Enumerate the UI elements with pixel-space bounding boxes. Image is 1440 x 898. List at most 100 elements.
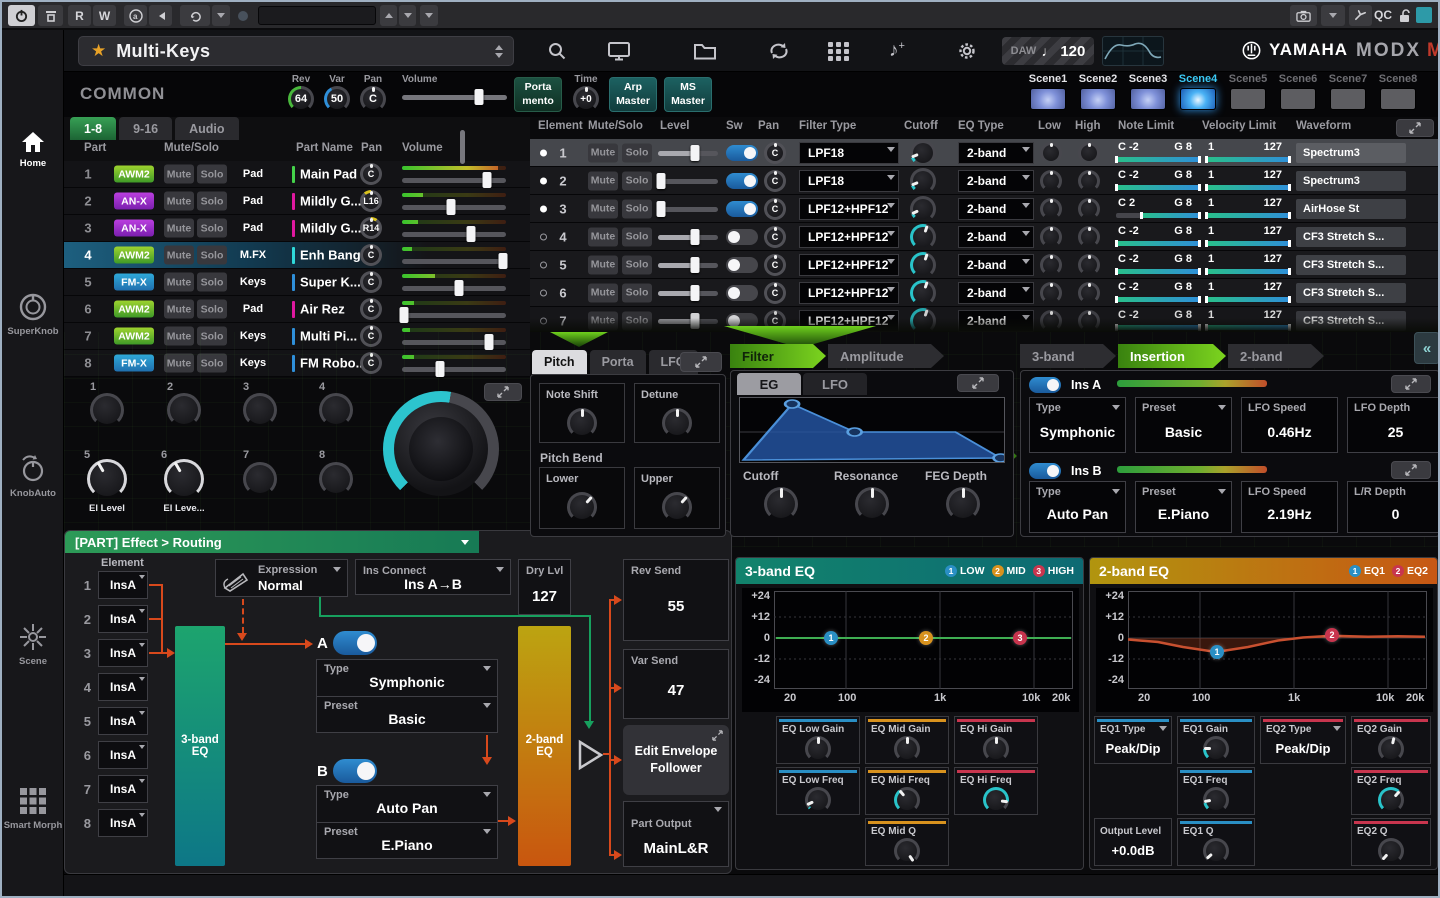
scene-pad[interactable] [1280, 88, 1316, 110]
solo-button[interactable]: Solo [197, 300, 227, 319]
element-switch-toggle[interactable] [726, 285, 758, 301]
eq-knob[interactable] [894, 787, 920, 813]
mute-button[interactable]: Mute [164, 219, 194, 238]
preset-dropdown-caret[interactable] [212, 5, 230, 26]
mute-button[interactable]: Mute [164, 300, 194, 319]
eq-control-cell[interactable]: EQ1 Q [1177, 818, 1255, 866]
part-tab[interactable]: 9-16 [119, 117, 172, 140]
element-solo-button[interactable]: Solo [622, 143, 652, 162]
note-limit-range[interactable]: C 2G 8 [1116, 197, 1200, 221]
mute-button[interactable]: Mute [164, 246, 194, 265]
element-ins-select[interactable]: InsA [98, 571, 148, 599]
type-row[interactable]: TypeSymphonic [317, 660, 497, 696]
element-pan-knob[interactable]: C [764, 142, 786, 164]
cutoff-knob[interactable] [910, 168, 936, 194]
common-volume-slider[interactable] [402, 88, 507, 106]
eq-low-knob[interactable] [1040, 198, 1062, 220]
lock-icon[interactable] [1398, 8, 1412, 23]
eq-type-select[interactable]: 2-band [958, 226, 1034, 248]
eq-control-cell[interactable]: EQ2 Gain [1351, 716, 1431, 764]
color-swatch[interactable] [1416, 7, 1432, 23]
volume-slider[interactable] [402, 281, 506, 295]
eq-high-knob[interactable] [1078, 226, 1100, 248]
pan-knob-group[interactable]: Pan C [356, 74, 390, 112]
preset-row[interactable]: PresetE.Piano [317, 822, 497, 858]
amplitude-tab[interactable]: Amplitude [828, 344, 944, 368]
element-ins-select[interactable]: InsA [98, 673, 148, 701]
filter-knob-cell[interactable]: FEG Depth [921, 469, 1005, 531]
eq-high-knob[interactable] [1078, 170, 1100, 192]
solo-button[interactable]: Solo [197, 246, 227, 265]
filter-knob-cell[interactable]: Cutoff [739, 469, 823, 531]
type-row[interactable]: TypeAuto Pan [317, 786, 497, 822]
snapshot-camera-icon[interactable] [1290, 5, 1317, 26]
pitch-tab[interactable]: Pitch [532, 350, 587, 374]
eq-knob[interactable] [894, 736, 920, 762]
arp-master-button[interactable]: ArpMaster [609, 77, 657, 112]
element-switch-toggle[interactable] [726, 257, 758, 273]
routing-3band-eq-block[interactable]: 3-band EQ [175, 626, 225, 866]
eq-control-cell[interactable]: EQ Mid Gain [865, 716, 949, 764]
element-level-slider[interactable] [658, 257, 718, 273]
part-tab[interactable]: Audio [175, 117, 238, 140]
note-limit-range[interactable]: C -2G 8 [1116, 225, 1200, 249]
velocity-limit-range[interactable]: 1127 [1206, 197, 1290, 221]
ins-field[interactable]: Type Symphonic [1029, 397, 1126, 453]
volume-slider[interactable] [402, 200, 506, 214]
eq-low-knob[interactable] [1040, 310, 1062, 332]
eq-control-cell[interactable]: EQ2 Q [1351, 818, 1431, 866]
scene-pad[interactable] [1130, 88, 1166, 110]
element-mute-button[interactable]: Mute [588, 143, 618, 162]
eq-knob[interactable] [983, 736, 1009, 762]
porta-time-knob[interactable]: +0 [573, 86, 599, 112]
element-row[interactable]: 1 Mute Solo C LPF18 2-band C -2G 8 [530, 139, 1440, 167]
cutoff-knob[interactable] [910, 196, 936, 222]
scene-pad[interactable] [1080, 88, 1116, 110]
ins-field[interactable]: Preset Basic [1135, 397, 1232, 453]
filter-type-select[interactable]: LPF18 [799, 142, 899, 164]
cutoff-knob[interactable] [910, 280, 936, 306]
element-level-slider[interactable] [658, 145, 718, 161]
element-mute-button[interactable]: Mute [588, 311, 618, 330]
part-tab[interactable]: 1-8 [70, 117, 116, 140]
velocity-limit-range[interactable]: 1127 [1206, 225, 1290, 249]
eg-node[interactable] [785, 400, 799, 408]
part-pan-knob[interactable]: C [360, 298, 382, 320]
eg-node[interactable] [848, 428, 862, 436]
element-solo-button[interactable]: Solo [622, 255, 652, 274]
part-volume[interactable] [400, 242, 508, 269]
eq-knob[interactable] [894, 838, 920, 864]
part-volume[interactable] [400, 215, 508, 242]
3band-tab[interactable]: 3-band [1020, 344, 1116, 368]
2band-eq-graph[interactable]: +24 +12 0 -12 -24 20 100 1k 10k 20k 1 2 [1096, 588, 1433, 712]
eq-band-point[interactable]: 3 [1013, 631, 1027, 645]
part-pan-knob[interactable]: L16 [360, 190, 382, 212]
eq-knob[interactable] [1378, 838, 1404, 864]
element-row[interactable]: 7 Mute Solo C LPF12+HPF12 2-band C -2G 8 [530, 307, 1440, 332]
note-limit-range[interactable]: C -2G 8 [1116, 169, 1200, 193]
sidebar-item-smartmorph[interactable]: Smart Morph [2, 786, 64, 831]
rev-send-knob-group[interactable]: Rev 64 [284, 74, 318, 112]
part-name[interactable]: Main Pad [300, 167, 357, 182]
pitch-bend-cell[interactable]: Lower [539, 467, 625, 529]
porta-time-group[interactable]: Time +0 [569, 74, 603, 112]
eq-control-cell[interactable]: EQ1 Gain [1177, 716, 1255, 764]
eq-type-select[interactable]: 2-band [958, 170, 1034, 192]
velocity-limit-range[interactable]: 1127 [1206, 141, 1290, 165]
element-pan-knob[interactable]: C [764, 198, 786, 220]
sidebar-item-knobauto[interactable]: KnobAuto [2, 454, 64, 499]
add-song-icon[interactable]: ♪+ [882, 39, 912, 63]
filter-subtab[interactable]: LFO [803, 373, 867, 395]
eq-knob[interactable] [1378, 736, 1404, 762]
element-switch-toggle[interactable] [726, 145, 758, 161]
note-limit-range[interactable]: C -2G 8 [1116, 253, 1200, 277]
var-send-knob-group[interactable]: Var 50 [320, 74, 354, 112]
ins-field[interactable]: Preset E.Piano [1135, 481, 1232, 533]
eq-control-cell[interactable]: EQ2 Freq [1351, 767, 1431, 815]
bypass-icon[interactable] [38, 5, 63, 26]
eq-type-select[interactable]: 2-band [958, 142, 1034, 164]
part-row[interactable]: 4 AWM2 Mute Solo M.FX Enh Bangs C [64, 242, 530, 269]
eq-high-knob[interactable] [1078, 198, 1100, 220]
solo-button[interactable]: Solo [197, 192, 227, 211]
cutoff-knob[interactable] [910, 252, 936, 278]
